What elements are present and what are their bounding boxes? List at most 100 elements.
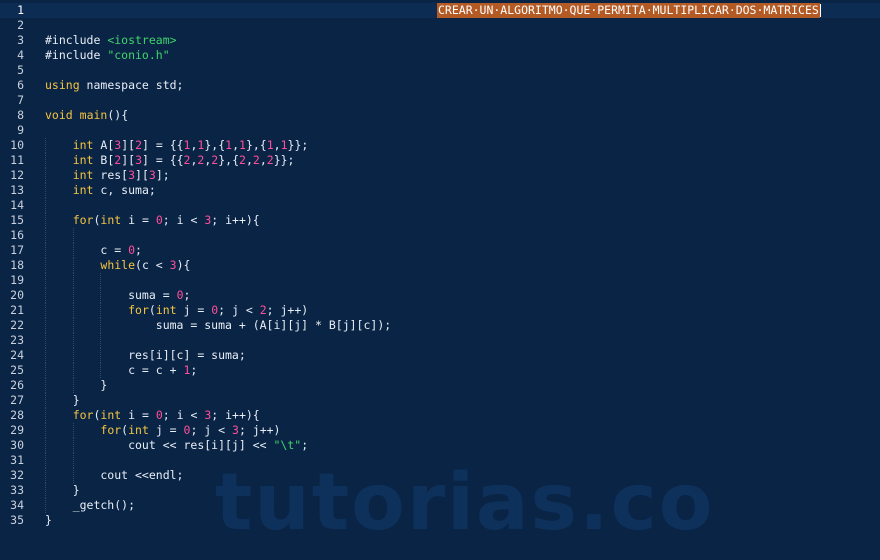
line-number: 2 — [17, 18, 24, 32]
line-number: 16 — [10, 228, 24, 242]
code-line[interactable]: 20 suma = 0; — [0, 288, 880, 303]
line-number: 1 — [17, 3, 24, 17]
code-line[interactable]: 23 — [0, 333, 880, 348]
line-number: 20 — [10, 288, 24, 302]
code-line[interactable]: 27 } — [0, 393, 880, 408]
code-text: void main(){ — [45, 108, 129, 122]
code-text: #include <iostream> — [45, 33, 177, 47]
code-line[interactable]: 28 for(int i = 0; i < 3; i++){ — [0, 408, 880, 423]
line-number: 22 — [10, 318, 24, 332]
code-line[interactable]: 16 — [0, 228, 880, 243]
indent-guide — [72, 273, 74, 288]
line-number: 27 — [10, 393, 24, 407]
code-text: suma = 0; — [45, 288, 191, 302]
code-line[interactable]: 14 — [0, 198, 880, 213]
line-number: 9 — [17, 123, 24, 137]
code-text: cout << res[i][j] << "\t"; — [45, 438, 309, 452]
code-line[interactable]: 10 int A[3][2] = {{1,1},{1,1},{1,1}}; — [0, 138, 880, 153]
code-text: #include "conio.h" — [45, 48, 170, 62]
indent-guide — [45, 228, 46, 243]
code-text: while(c < 3){ — [100, 258, 191, 272]
code-line[interactable]: 17 c = 0; — [0, 243, 880, 258]
line-number: 3 — [17, 33, 24, 47]
code-text: for(int j = 0; j < 2; j++) — [128, 303, 309, 317]
line-number: 35 — [10, 513, 24, 527]
code-text: using namespace std; — [45, 78, 184, 92]
code-line[interactable]: 21 for(int j = 0; j < 2; j++) — [0, 303, 880, 318]
code-text: int res[3][3]; — [72, 168, 170, 182]
line-number: 25 — [10, 363, 24, 377]
code-text: int A[3][2] = {{1,1},{1,1},{1,1}}; — [72, 138, 309, 152]
line-number: 8 — [17, 108, 24, 122]
code-line[interactable]: 6 using namespace std; — [0, 78, 880, 93]
line-number: 28 — [10, 408, 24, 422]
line-number: 13 — [10, 183, 24, 197]
code-text: for(int i = 0; i < 3; i++){ — [72, 213, 260, 227]
line-number: 31 — [10, 453, 24, 467]
code-text: int c, suma; — [72, 183, 156, 197]
indent-guide — [72, 333, 74, 348]
code-text: } — [45, 378, 108, 392]
code-text: c = c + 1; — [45, 363, 198, 377]
line-number: 23 — [10, 333, 24, 347]
code-line[interactable]: 4 #include "conio.h" — [0, 48, 880, 63]
code-line[interactable]: 19 — [0, 273, 880, 288]
code-lines[interactable]: 1 CREAR·UN·ALGORITMO·QUE·PERMITA·MULTIPLI… — [0, 3, 880, 528]
code-text: suma = suma + (A[i][j] * B[j][c]); — [45, 318, 392, 332]
code-line[interactable]: 26 } — [0, 378, 880, 393]
line-number: 29 — [10, 423, 24, 437]
line-number: 12 — [10, 168, 24, 182]
text-caret — [820, 4, 821, 17]
line-number: 17 — [10, 243, 24, 257]
code-line[interactable]: 9 — [0, 123, 880, 138]
line-number: 24 — [10, 348, 24, 362]
line-number: 19 — [10, 273, 24, 287]
code-text: c = 0; — [45, 243, 142, 257]
code-text: for(int j = 0; j < 3; j++) — [100, 423, 281, 437]
line-number: 10 — [10, 138, 24, 152]
code-line[interactable]: 32 cout <<endl; — [0, 468, 880, 483]
indent-guide — [72, 228, 74, 243]
code-text: } — [45, 393, 80, 407]
indent-guide — [100, 273, 102, 288]
code-line[interactable]: 34 _getch(); — [0, 498, 880, 513]
code-line[interactable]: 8 void main(){ — [0, 108, 880, 123]
code-text: } — [45, 513, 52, 527]
code-line[interactable]: 24 res[i][c] = suma; — [0, 348, 880, 363]
code-text: int B[2][3] = {{2,2,2},{2,2,2}}; — [72, 153, 295, 167]
code-line[interactable]: 18 while(c < 3){ — [0, 258, 880, 273]
code-line[interactable]: 11 int B[2][3] = {{2,2,2},{2,2,2}}; — [0, 153, 880, 168]
code-line[interactable]: 22 suma = suma + (A[i][j] * B[j][c]); — [0, 318, 880, 333]
code-line[interactable]: 33 } — [0, 483, 880, 498]
code-line[interactable]: 5 — [0, 63, 880, 78]
line-number: 7 — [17, 93, 24, 107]
indent-guide — [45, 333, 46, 348]
code-line[interactable]: 25 c = c + 1; — [0, 363, 880, 378]
line-number: 32 — [10, 468, 24, 482]
code-line[interactable]: 31 — [0, 453, 880, 468]
code-line[interactable]: 15 for(int i = 0; i < 3; i++){ — [0, 213, 880, 228]
line-number: 6 — [17, 78, 24, 92]
code-text: res[i][c] = suma; — [45, 348, 246, 362]
code-editor[interactable]: 1 CREAR·UN·ALGORITMO·QUE·PERMITA·MULTIPLI… — [0, 0, 880, 560]
code-text: for(int i = 0; i < 3; i++){ — [72, 408, 260, 422]
code-line[interactable]: 12 int res[3][3]; — [0, 168, 880, 183]
selected-comment[interactable]: CREAR·UN·ALGORITMO·QUE·PERMITA·MULTIPLIC… — [437, 3, 820, 18]
code-line[interactable]: 2 — [0, 18, 880, 33]
code-text: cout <<endl; — [45, 468, 184, 482]
line-number: 11 — [10, 153, 24, 167]
code-line[interactable]: 1 CREAR·UN·ALGORITMO·QUE·PERMITA·MULTIPLI… — [0, 3, 880, 18]
code-line[interactable]: 30 cout << res[i][j] << "\t"; — [0, 438, 880, 453]
code-line[interactable]: 3 #include <iostream> — [0, 33, 880, 48]
indent-guide — [72, 453, 74, 468]
code-line[interactable]: 7 — [0, 93, 880, 108]
line-number: 15 — [10, 213, 24, 227]
code-line[interactable]: 13 int c, suma; — [0, 183, 880, 198]
line-number: 21 — [10, 303, 24, 317]
code-text: _getch(); — [45, 498, 136, 512]
code-line[interactable]: 29 for(int j = 0; j < 3; j++) — [0, 423, 880, 438]
line-number: 34 — [10, 498, 24, 512]
code-line[interactable]: 35} — [0, 513, 880, 528]
line-number: 30 — [10, 438, 24, 452]
line-number: 5 — [17, 63, 24, 77]
